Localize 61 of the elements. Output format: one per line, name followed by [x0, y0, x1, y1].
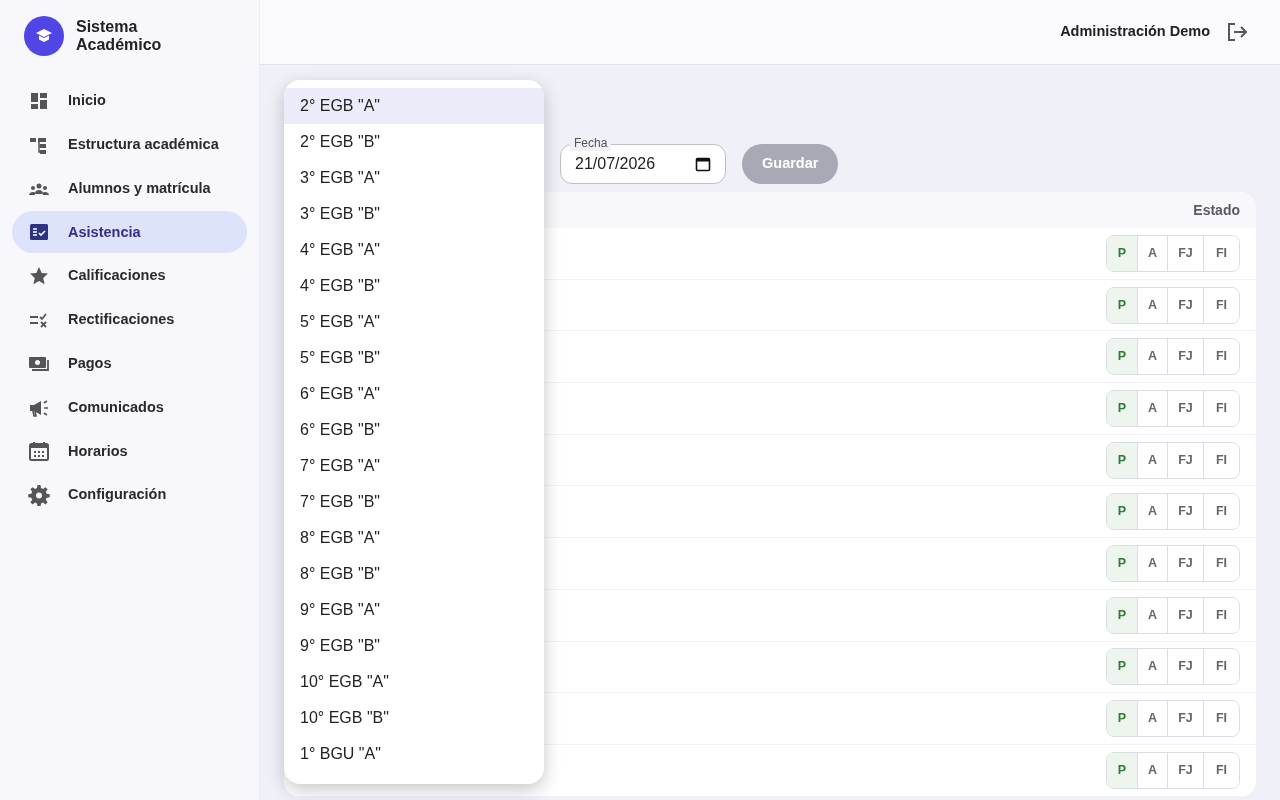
dropdown-option[interactable]: 4° EGB "B" — [284, 268, 544, 304]
sidebar-item[interactable]: Configuración — [12, 474, 247, 517]
sidebar-item[interactable]: Inicio — [12, 80, 247, 122]
sidebar-item[interactable]: Alumnos y matrícula — [12, 167, 247, 210]
logout-icon[interactable] — [1226, 22, 1248, 42]
calendar-icon[interactable] — [695, 156, 711, 172]
settings-icon — [28, 484, 50, 507]
app-title: Sistema Académico — [76, 18, 163, 54]
status-toggle[interactable]: FI — [1203, 649, 1239, 685]
status-toggle[interactable]: P — [1107, 390, 1137, 426]
dropdown-option[interactable]: 9° EGB "B" — [284, 628, 544, 664]
status-toggle[interactable]: FI — [1203, 545, 1239, 581]
calendar-icon — [28, 440, 50, 463]
status-toggle[interactable]: P — [1107, 287, 1137, 323]
dashboard-icon — [28, 90, 50, 112]
status-toggle[interactable]: FI — [1203, 390, 1239, 426]
status-toggle[interactable]: FI — [1203, 494, 1239, 530]
status-toggle[interactable]: P — [1107, 235, 1137, 271]
field-label: Fecha — [570, 135, 612, 151]
status-toggle[interactable]: FI — [1203, 235, 1239, 271]
dropdown-option[interactable]: 2° EGB "A" — [284, 88, 544, 124]
dropdown-option[interactable]: 3° EGB "B" — [284, 196, 544, 232]
dropdown-option[interactable]: 9° EGB "A" — [284, 592, 544, 628]
dropdown-option[interactable]: 4° EGB "A" — [284, 232, 544, 268]
sidebar-item[interactable]: Calificaciones — [12, 255, 247, 298]
status-toggle[interactable]: FI — [1203, 597, 1239, 633]
status-toggle[interactable]: P — [1107, 701, 1137, 737]
dropdown-option[interactable]: 6° EGB "B" — [284, 412, 544, 448]
dropdown-option[interactable]: 7° EGB "A" — [284, 448, 544, 484]
dropdown-option[interactable]: 10° EGB "A" — [284, 664, 544, 700]
dropdown-option[interactable]: 7° EGB "B" — [284, 484, 544, 520]
status-toggle[interactable]: P — [1107, 494, 1137, 530]
dropdown-option[interactable]: 2° EGB "B" — [284, 124, 544, 160]
status-toggle[interactable]: FI — [1203, 752, 1239, 788]
status-toggle[interactable]: FI — [1203, 287, 1239, 323]
status-toggle[interactable]: P — [1107, 339, 1137, 375]
dropdown-option[interactable]: 5° EGB "A" — [284, 304, 544, 340]
status-toggle[interactable]: FI — [1203, 442, 1239, 478]
sidebar-item[interactable]: Rectificaciones — [12, 299, 247, 341]
status-toggle[interactable]: FI — [1203, 339, 1239, 375]
dropdown-option[interactable]: 8° EGB "A" — [284, 520, 544, 556]
user-name: Administración Demo — [1060, 22, 1210, 42]
column-header: Estado — [1193, 200, 1240, 220]
graduation-cap-logo — [24, 16, 64, 56]
sidebar-item[interactable]: Estructura académica — [12, 123, 247, 166]
dropdown-option[interactable]: 8° EGB "B" — [284, 556, 544, 592]
dropdown-option[interactable]: 1° BGU "A" — [284, 736, 544, 772]
dropdown-option[interactable]: 3° EGB "A" — [284, 160, 544, 196]
dropdown-option[interactable]: 6° EGB "A" — [284, 376, 544, 412]
sidebar-item[interactable]: Asistencia — [12, 211, 247, 254]
status-toggle[interactable]: P — [1107, 442, 1137, 478]
status-toggle[interactable]: P — [1107, 545, 1137, 581]
status-toggle[interactable]: P — [1107, 752, 1137, 788]
sidebar-item[interactable]: Horarios — [12, 430, 247, 473]
dropdown-option[interactable]: 10° EGB "B" — [284, 700, 544, 736]
sidebar-item[interactable]: Pagos — [12, 342, 247, 385]
status-toggle[interactable]: FI — [1203, 701, 1239, 737]
status-toggle[interactable]: P — [1107, 649, 1137, 685]
status-toggle[interactable]: P — [1107, 597, 1137, 633]
sidebar-item[interactable]: Comunicados — [12, 386, 247, 429]
dropdown-option[interactable]: 5° EGB "B" — [284, 340, 544, 376]
